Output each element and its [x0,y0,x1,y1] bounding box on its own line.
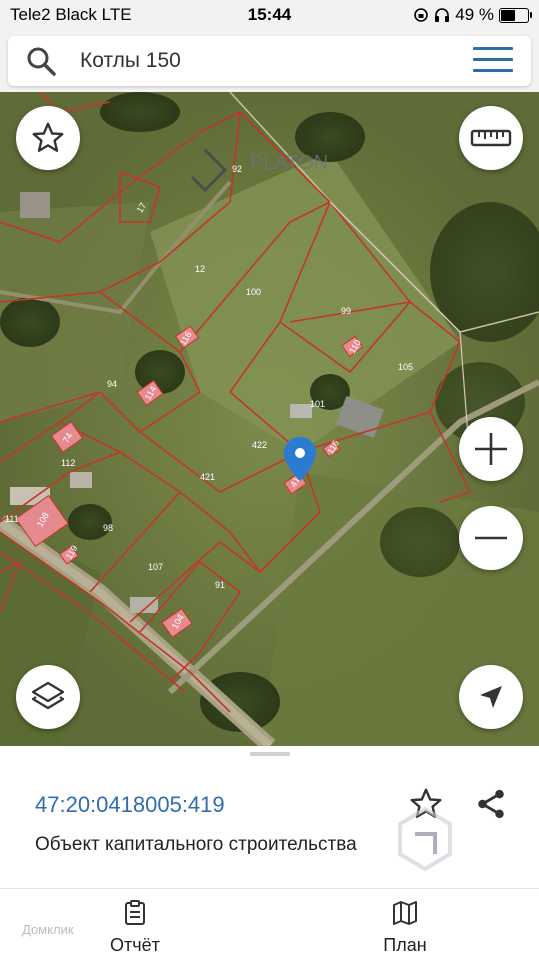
svg-text:111: 111 [5,514,19,524]
star-icon[interactable] [30,120,66,156]
rotation-lock-icon [414,8,429,22]
zoom-in-button[interactable] [459,417,523,481]
tab-report-label: Отчёт [110,935,160,955]
search-bar[interactable]: Котлы 150 [8,36,531,86]
svg-text:105: 105 [398,362,413,372]
svg-text:92: 92 [232,164,242,174]
svg-text:98: 98 [103,523,113,533]
domclick-watermark: Домклик [22,922,74,937]
status-bar: Tele2 Black LTE 15:44 49 % [0,0,539,30]
svg-text:PLATON: PLATON [250,152,328,174]
my-location-button[interactable] [459,665,523,729]
tabs-divider [0,888,539,889]
cadastral-number[interactable]: 47:20:0418005:419 [35,792,225,818]
tab-plan[interactable]: План [345,900,465,956]
map-view[interactable]: 92 17 12 100 99 105 94 101 422 112 421 1… [0,92,539,746]
search-icon[interactable] [26,46,56,76]
status-right: 49 % [413,5,532,25]
svg-text:91: 91 [215,580,225,590]
brand-watermark-icon [398,806,452,872]
svg-text:94: 94 [107,379,117,389]
svg-text:422: 422 [252,440,267,450]
battery-percent: 49 % [455,5,494,24]
minus-icon[interactable] [471,518,511,558]
zoom-out-button[interactable] [459,506,523,570]
tab-plan-label: План [383,935,427,955]
map-favorite-button[interactable] [16,106,80,170]
svg-text:12: 12 [195,264,205,274]
object-type: Объект капитального строительства [35,834,357,855]
svg-text:99: 99 [341,306,351,316]
object-details-sheet[interactable]: 47:20:0418005:419 Объект капитального ст… [0,746,539,960]
svg-text:100: 100 [246,287,261,297]
map-plan-icon[interactable] [392,900,418,926]
layers-button[interactable] [16,665,80,729]
svg-text:421: 421 [200,472,215,482]
plus-icon[interactable] [471,429,511,469]
hamburger-menu-icon[interactable] [473,47,513,75]
sheet-handle[interactable] [250,752,290,756]
svg-text:112: 112 [61,458,75,468]
search-query[interactable]: Котлы 150 [80,49,181,73]
share-icon[interactable] [474,786,508,822]
ruler-icon[interactable] [470,126,512,150]
ruler-button[interactable] [459,106,523,170]
report-icon[interactable] [123,900,147,926]
navigation-arrow-icon[interactable] [476,682,506,712]
battery-icon [499,7,532,23]
layers-icon[interactable] [29,678,67,716]
headphones-icon [435,8,450,22]
svg-text:101: 101 [310,399,325,409]
tab-report[interactable]: Отчёт [75,900,195,956]
svg-text:107: 107 [148,562,163,572]
